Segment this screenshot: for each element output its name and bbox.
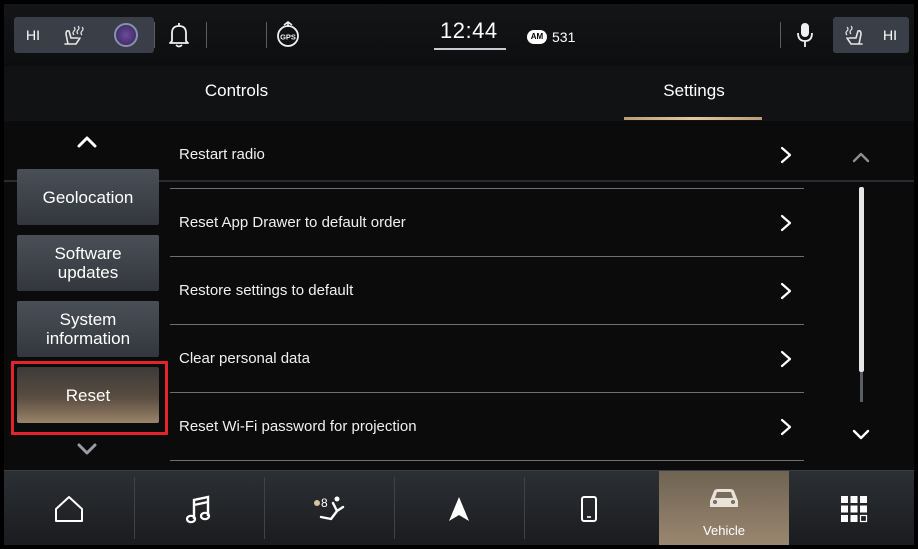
apps-grid-icon	[840, 495, 868, 528]
nav-navigation-button[interactable]	[394, 471, 524, 545]
bottom-nav-bar: 8 Vehicle	[4, 470, 914, 545]
chevron-right-icon	[780, 146, 792, 169]
nav-home-button[interactable]	[4, 471, 134, 545]
chevron-right-icon	[780, 282, 792, 305]
status-divider	[780, 22, 781, 48]
menu-item-label: Geolocation	[42, 187, 134, 207]
menu-item-system-information[interactable]: System information	[17, 301, 159, 357]
list-item-restore-settings[interactable]: Restore settings to default	[170, 257, 804, 325]
passenger-climate-button[interactable]: HI	[833, 17, 909, 53]
radio-station[interactable]: 531	[552, 29, 575, 45]
nav-vehicle-button[interactable]: Vehicle	[659, 471, 789, 545]
heated-steering-wheel-icon	[114, 23, 138, 47]
list-item-label: Reset App Drawer to default order	[179, 214, 406, 231]
settings-category-menu: Geolocation Software updates System info…	[4, 121, 169, 469]
chevron-right-icon	[780, 350, 792, 373]
list-item-reset-wifi-password[interactable]: Reset Wi-Fi password for projection	[170, 393, 804, 461]
list-scroll-down-icon[interactable]	[852, 427, 870, 445]
microphone-icon[interactable]	[796, 21, 814, 54]
notification-bell-icon[interactable]	[168, 22, 190, 53]
menu-item-software-updates[interactable]: Software updates	[17, 235, 159, 291]
gps-icon: GPS	[275, 21, 301, 54]
clock-underline	[434, 48, 506, 50]
list-item-restart-radio[interactable]: Restart radio	[170, 121, 804, 189]
list-item-label: Restore settings to default	[179, 282, 354, 299]
status-divider	[266, 22, 267, 48]
head-unit-screen: HI GPS 12:44 AM 531 HI Controls Settings…	[4, 4, 914, 545]
nav-apps-button[interactable]	[789, 471, 914, 545]
menu-scroll-down-icon[interactable]	[77, 442, 97, 461]
active-tab-indicator	[624, 117, 762, 120]
list-item-reset-app-drawer[interactable]: Reset App Drawer to default order	[170, 189, 804, 257]
status-divider	[154, 22, 155, 48]
nav-climate-button[interactable]: 8	[264, 471, 394, 545]
menu-item-geolocation[interactable]: Geolocation	[17, 169, 159, 225]
svg-text:8: 8	[321, 496, 328, 510]
menu-item-label: System information	[45, 310, 131, 348]
heated-seat-icon	[60, 24, 86, 51]
heated-seat-icon	[841, 24, 867, 51]
tab-settings[interactable]: Settings	[624, 66, 764, 121]
climate-icon: 8	[311, 495, 347, 530]
nav-vehicle-label: Vehicle	[703, 523, 745, 538]
chevron-right-icon	[780, 214, 792, 237]
svg-text:GPS: GPS	[280, 33, 296, 42]
status-divider	[206, 22, 207, 48]
phone-icon	[580, 495, 598, 528]
settings-list: Restart radio Reset App Drawer to defaul…	[170, 121, 804, 469]
nav-media-button[interactable]	[134, 471, 264, 545]
driver-climate-button[interactable]: HI	[14, 17, 154, 53]
vehicle-icon	[706, 485, 742, 516]
status-bar: HI GPS 12:44 AM 531 HI	[4, 4, 914, 66]
highlight-outline	[11, 361, 168, 435]
passenger-temp-label: HI	[883, 27, 897, 43]
menu-item-label: Software updates	[54, 244, 122, 282]
list-item-label: Reset Wi-Fi password for projection	[179, 418, 417, 435]
tab-bar: Controls Settings	[4, 66, 914, 182]
chevron-right-icon	[780, 418, 792, 441]
list-item-label: Clear personal data	[179, 350, 310, 367]
list-item-clear-personal-data[interactable]: Clear personal data	[170, 325, 804, 393]
list-item-label: Restart radio	[179, 146, 265, 163]
driver-temp-label: HI	[26, 27, 40, 43]
music-icon	[185, 495, 212, 530]
clock-time: 12:44	[440, 18, 498, 43]
menu-scroll-up-icon[interactable]	[77, 135, 97, 154]
row-divider	[170, 460, 804, 461]
tab-controls[interactable]: Controls	[154, 66, 319, 121]
list-scroll-up-icon[interactable]	[852, 150, 870, 168]
navigation-icon	[447, 495, 471, 528]
home-icon	[53, 495, 85, 528]
radio-band-badge: AM	[527, 30, 547, 44]
scrollbar-thumb[interactable]	[859, 187, 864, 372]
nav-phone-button[interactable]	[524, 471, 654, 545]
